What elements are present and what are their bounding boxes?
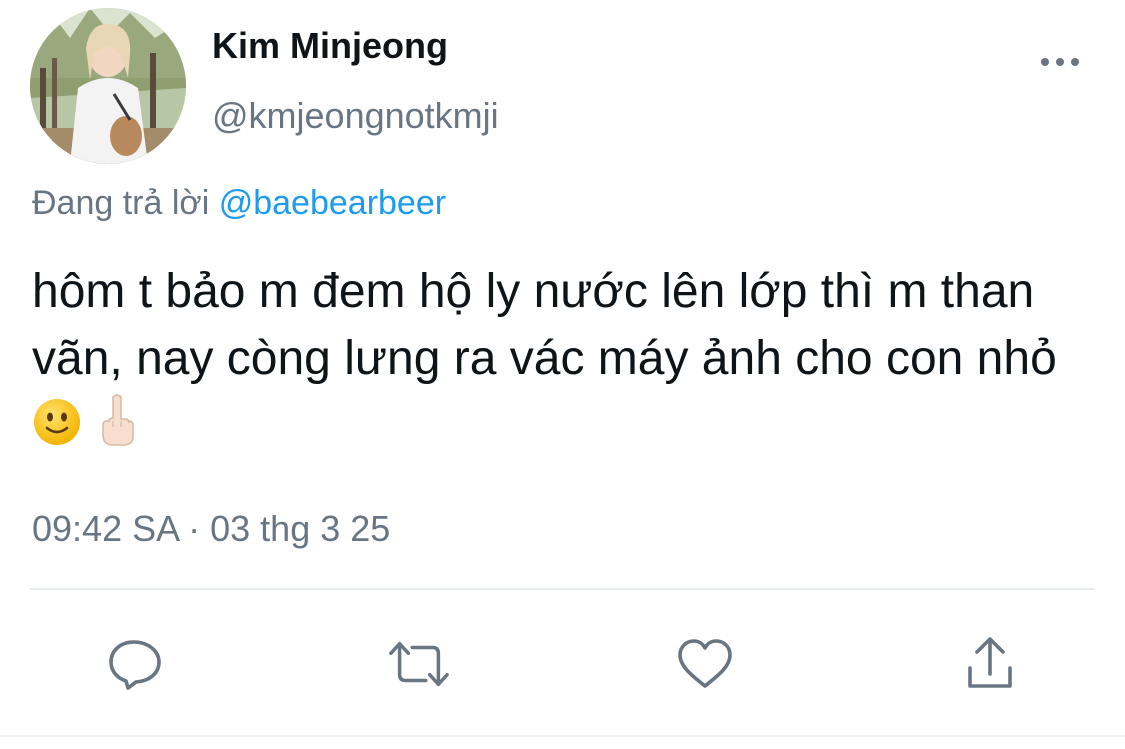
avatar-photo: [30, 8, 186, 164]
tweet-timestamp[interactable]: 09:42 SA · 03 thg 3 25: [32, 508, 390, 550]
tweet-text: hôm t bảo m đem hộ ly nước lên lớp thì m…: [32, 258, 1102, 465]
tweet-body: hôm t bảo m đem hộ ly nước lên lớp thì m…: [32, 265, 1057, 385]
heart-icon: [678, 639, 732, 688]
comment-icon: [109, 640, 161, 690]
display-name[interactable]: Kim Minjeong: [212, 25, 448, 67]
reply-button[interactable]: [103, 632, 167, 696]
bottom-divider: [0, 735, 1125, 737]
retweet-button[interactable]: [387, 632, 451, 696]
retweet-icon: [389, 641, 449, 687]
divider: [30, 588, 1095, 590]
avatar[interactable]: [30, 8, 186, 164]
slightly-smiling-face-icon: [32, 397, 82, 465]
user-handle[interactable]: @kmjeongnotkmji: [212, 95, 499, 137]
like-button[interactable]: [673, 632, 737, 696]
middle-finger-icon: [95, 393, 139, 465]
replying-to-label: Đang trả lời: [32, 184, 210, 222]
reply-mention-link[interactable]: @baebearbeer: [219, 184, 446, 222]
share-button[interactable]: [958, 632, 1022, 696]
replying-to: Đang trả lời @baebearbeer: [32, 184, 446, 223]
more-options-button[interactable]: [1036, 44, 1084, 80]
share-icon: [968, 637, 1012, 688]
more-dots-icon: [1041, 58, 1079, 66]
